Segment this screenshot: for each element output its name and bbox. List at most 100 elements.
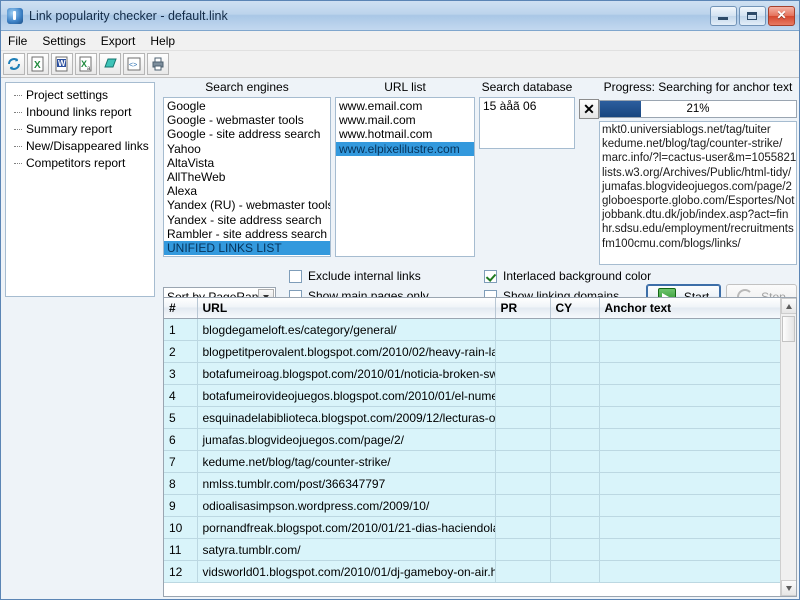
sidebar-item-project-settings[interactable]: Project settings	[8, 87, 152, 104]
clear-progress-button[interactable]: ✕	[579, 99, 599, 119]
cell-number: 11	[164, 538, 198, 561]
cell-url: blogdegameloft.es/category/general/	[197, 318, 496, 341]
list-item: fm100cmu.com/blogs/links/	[602, 237, 741, 250]
table-row[interactable]: 10 pornandfreak.blogspot.com/2010/01/21-…	[164, 516, 782, 539]
cell-pr	[495, 538, 551, 561]
sidebar-item-new-disappeared-links[interactable]: New/Disappeared links	[8, 138, 152, 155]
table-body: 1 blogdegameloft.es/category/general/ 2 …	[164, 318, 782, 583]
tree-label: Project settings	[26, 88, 109, 102]
checkbox-label: Exclude internal links	[308, 269, 421, 283]
cell-anchor	[599, 318, 782, 341]
sidebar-item-summary-report[interactable]: Summary report	[8, 121, 152, 138]
cell-cy	[550, 516, 600, 539]
cell-cy	[550, 362, 600, 385]
menu-item-help[interactable]: Help	[143, 32, 183, 50]
scroll-up-icon[interactable]	[781, 298, 796, 314]
checkbox-label: Interlaced background color	[503, 269, 652, 283]
column-header-anchor-text[interactable]: Anchor text	[599, 298, 782, 319]
menu-item-settings[interactable]: Settings	[35, 32, 93, 50]
cell-url: vidsworld01.blogspot.com/2010/01/dj-game…	[197, 560, 496, 583]
table-row[interactable]: 5 esquinadelabiblioteca.blogspot.com/200…	[164, 406, 782, 429]
url-listbox[interactable]: www.email.com www.mail.com www.hotmail.c…	[335, 97, 475, 257]
close-button[interactable]: ✕	[768, 5, 795, 26]
list-item[interactable]: www.email.com	[336, 99, 474, 113]
table-row[interactable]: 7 kedume.net/blog/tag/counter-strike/	[164, 450, 782, 473]
cell-anchor	[599, 384, 782, 407]
scroll-down-icon[interactable]	[781, 580, 796, 596]
table-row[interactable]: 9 odioalisasimpson.wordpress.com/2009/10…	[164, 494, 782, 517]
list-item[interactable]: Yandex (RU) - webmaster tools	[164, 198, 330, 212]
checkbox-exclude-internal-links[interactable]: Exclude internal links	[289, 269, 421, 283]
cell-pr	[495, 450, 551, 473]
export-word-icon[interactable]: W	[51, 53, 73, 75]
list-item[interactable]: Yahoo	[164, 142, 330, 156]
window-title: Link popularity checker - default.link	[29, 8, 228, 23]
progress-label: Progress: Searching for anchor text	[603, 80, 793, 94]
cell-url: esquinadelabiblioteca.blogspot.com/2009/…	[197, 406, 496, 429]
cell-cy	[550, 538, 600, 561]
list-item[interactable]: www.mail.com	[336, 113, 474, 127]
menu-item-file[interactable]: File	[1, 32, 35, 50]
scrollbar-thumb[interactable]	[782, 316, 795, 342]
checkbox-interlaced-background-color[interactable]: Interlaced background color	[484, 269, 651, 283]
list-item[interactable]: AltaVista	[164, 156, 330, 170]
list-item[interactable]: Google - webmaster tools	[164, 113, 330, 127]
export-excel-icon[interactable]: X	[27, 53, 49, 75]
maximize-button[interactable]	[739, 5, 766, 26]
list-item[interactable]: Rambler - site address search	[164, 227, 330, 241]
cell-pr	[495, 406, 551, 429]
list-item-selected[interactable]: UNIFIED LINKS LIST	[164, 241, 330, 256]
title-bar: Link popularity checker - default.link ✕	[1, 1, 799, 31]
table-row[interactable]: 2 blogpetitperovalent.blogspot.com/2010/…	[164, 340, 782, 363]
list-item[interactable]: 15 àåã 06	[480, 99, 574, 113]
export-html-icon[interactable]: <>	[123, 53, 145, 75]
table-row[interactable]: 8 nmlss.tumblr.com/post/366347797	[164, 472, 782, 495]
cell-cy	[550, 340, 600, 363]
sidebar-item-competitors-report[interactable]: Competitors report	[8, 155, 152, 172]
cell-url: botafumeiroag.blogspot.com/2010/01/notic…	[197, 362, 496, 385]
print-icon[interactable]	[147, 53, 169, 75]
list-item: hr.sdsu.edu/employment/recruitments	[602, 223, 794, 236]
progress-bar: 21%	[599, 100, 797, 118]
refresh-icon[interactable]	[3, 53, 25, 75]
table-row[interactable]: 3 botafumeiroag.blogspot.com/2010/01/not…	[164, 362, 782, 385]
table-row[interactable]: 4 botafumeirovideojuegos.blogspot.com/20…	[164, 384, 782, 407]
table-row[interactable]: 6 jumafas.blogvideojuegos.com/page/2/	[164, 428, 782, 451]
list-item[interactable]: Google - site address search	[164, 127, 330, 141]
search-database-label: Search database	[481, 80, 573, 94]
progress-log-list[interactable]: mkt0.universiablogs.net/tag/tuiter kedum…	[599, 121, 797, 265]
list-item[interactable]: Google	[164, 99, 330, 113]
list-item[interactable]: www.hotmail.com	[336, 127, 474, 141]
export-excel-alt-icon[interactable]: Xa	[75, 53, 97, 75]
cell-number: 9	[164, 494, 198, 517]
column-header-url[interactable]: URL	[197, 298, 496, 319]
close-icon: ✕	[776, 7, 787, 22]
sidebar-item-inbound-links-report[interactable]: Inbound links report	[8, 104, 152, 121]
cell-pr	[495, 516, 551, 539]
table-row[interactable]: 1 blogdegameloft.es/category/general/	[164, 318, 782, 341]
cell-cy	[550, 428, 600, 451]
column-header-cy[interactable]: CY	[550, 298, 600, 319]
table-row[interactable]: 11 satyra.tumblr.com/	[164, 538, 782, 561]
minimize-button[interactable]	[710, 5, 737, 26]
list-item[interactable]: Yandex - site address search	[164, 213, 330, 227]
results-vertical-scrollbar[interactable]	[780, 298, 796, 596]
list-item-selected[interactable]: www.elpixelilustre.com	[336, 141, 474, 156]
search-database-listbox[interactable]: 15 àåã 06	[479, 97, 575, 149]
progress-percent: 21%	[686, 103, 710, 115]
list-item: kedume.net/blog/tag/counter-strike/	[602, 138, 783, 151]
column-header-number[interactable]: #	[164, 298, 198, 319]
export-document-icon[interactable]	[99, 53, 121, 75]
cell-number: 5	[164, 406, 198, 429]
table-row[interactable]: 12 vidsworld01.blogspot.com/2010/01/dj-g…	[164, 560, 782, 583]
list-item[interactable]: AllTheWeb	[164, 170, 330, 184]
menu-bar: File Settings Export Help	[1, 31, 799, 51]
search-engines-listbox[interactable]: Google Google - webmaster tools Google -…	[163, 97, 331, 257]
menu-item-export[interactable]: Export	[94, 32, 144, 50]
content-area: Project settings Inbound links report Su…	[1, 77, 800, 600]
toolbar: X W Xa <>	[1, 51, 799, 78]
tree-label: Summary report	[26, 122, 113, 136]
column-header-pr[interactable]: PR	[495, 298, 551, 319]
list-item[interactable]: Alexa	[164, 184, 330, 198]
svg-text:W: W	[58, 59, 66, 68]
